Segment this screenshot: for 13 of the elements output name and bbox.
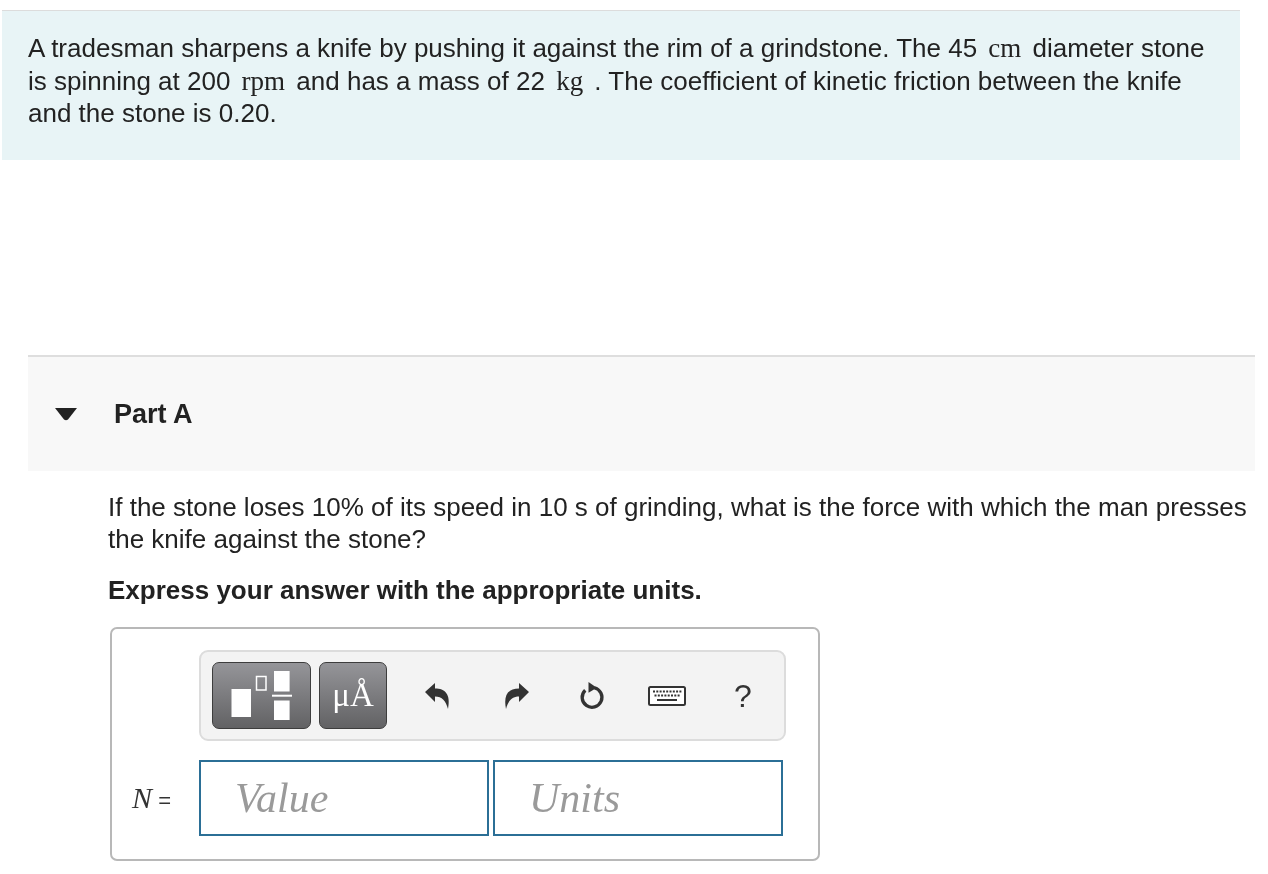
units-field[interactable]: Units [493,760,783,836]
keyboard-icon[interactable] [648,685,686,706]
caret-icon[interactable] [55,407,77,421]
value-field[interactable]: Value [199,760,489,836]
instruction-text: Express your answer with the appropriate units. [108,574,703,606]
templates-button[interactable] [212,662,311,729]
part-title: Part A [114,398,193,430]
units-button[interactable]: μÅ [319,662,387,729]
help-button[interactable]: ? [734,678,752,713]
problem-text: A tradesman sharpens a knife by pushing it against the rim of a grindstone. The 45 cm diameter stone is spinning at 200 rpm and has a mass of 22 kg . The coefficient of kinetic friction between the knife and the stone is 0.20. [28,32,1206,130]
fraction-template-icon [231,671,292,720]
question-text: If the stone loses 10% of its speed in 10 s of grinding, what is the force with which the man presses the knife against the stone? [108,491,1248,555]
answer-label: N = [132,781,172,815]
